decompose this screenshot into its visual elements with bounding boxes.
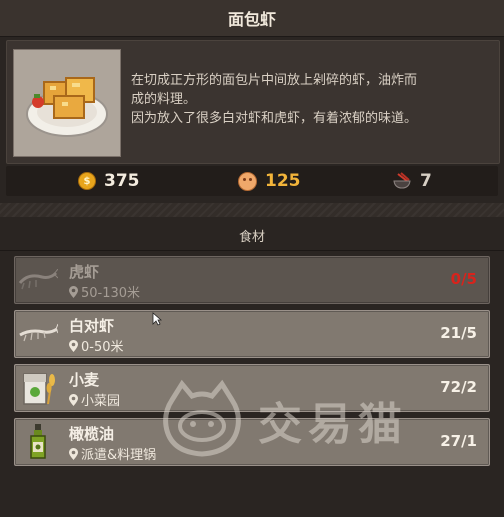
shrimp-toast-dish-icon: [26, 77, 108, 137]
olive-oil-icon: [18, 422, 58, 462]
ingredient-count: 72/2: [440, 378, 477, 396]
dish-description-line: 成的料理。: [131, 92, 197, 107]
dish-description: 在切成正方形的面包片中间放上剁碎的虾，油炸而 成的料理。 因为放入了很多白对虾和…: [131, 71, 491, 128]
location-pin-icon: [69, 447, 78, 460]
ingredient-location-text: 小菜园: [81, 394, 121, 409]
ingredient-row-white-shrimp[interactable]: 白对虾 0-50米 21/5: [14, 310, 490, 358]
ingredient-count: 27/1: [440, 432, 477, 450]
ingredient-row-tiger-shrimp[interactable]: 虎虾 50-130米 0/5: [14, 256, 490, 304]
ingredient-location-text: 50-130米: [81, 286, 141, 301]
smiley-face-icon: [238, 171, 257, 191]
watermark-text: 交易猫: [258, 399, 408, 450]
ingredient-name: 橄榄油: [69, 425, 115, 443]
ingredient-name: 白对虾: [69, 317, 115, 335]
white-shrimp-icon: [18, 314, 58, 354]
bowl-chopsticks-icon: [393, 172, 411, 189]
dish-description-line: 在切成正方形的面包片中间放上剁碎的虾，油炸而: [131, 73, 418, 88]
coin-value: 375: [104, 171, 140, 191]
ingredients-section-title: 食材: [0, 220, 504, 251]
ingredient-name: 虎虾: [69, 263, 100, 281]
dish-stats-bar: $ 375 125 7: [6, 166, 498, 196]
page-title: 面包虾: [227, 10, 276, 29]
dish-image: [13, 49, 121, 157]
wheat-icon: [18, 368, 58, 408]
section-title-label: 食材: [238, 229, 265, 245]
coin-icon: $: [78, 172, 96, 190]
bowl-stat: 7: [392, 166, 432, 196]
dish-description-line: 因为放入了很多白对虾和虎虾，有着浓郁的味道。: [131, 111, 418, 126]
ingredient-count: 0/5: [450, 270, 477, 288]
ingredient-location-text: 派遣&料理锅: [81, 448, 157, 463]
tiger-shrimp-icon: [18, 260, 58, 300]
location-pin-icon: [69, 339, 78, 352]
ingredient-location: 派遣&料理锅: [69, 444, 156, 463]
bowl-value: 7: [420, 171, 432, 191]
cat-logo-icon: [163, 379, 241, 457]
section-divider: [0, 203, 504, 217]
happiness-value: 125: [265, 171, 301, 191]
location-pin-icon: [69, 285, 78, 298]
watermark: 交易猫: [160, 378, 408, 462]
ingredient-location: 0-50米: [69, 336, 124, 355]
page-title-bar: 面包虾: [0, 0, 504, 37]
dish-info-panel: 在切成正方形的面包片中间放上剁碎的虾，油炸而 成的料理。 因为放入了很多白对虾和…: [6, 40, 500, 164]
ingredient-name: 小麦: [69, 371, 100, 389]
ingredient-location: 50-130米: [69, 282, 140, 301]
ingredient-location-text: 0-50米: [81, 340, 124, 355]
happiness-stat: 125: [238, 166, 301, 196]
ingredient-location: 小菜园: [69, 390, 120, 409]
coin-stat: $ 375: [78, 166, 140, 196]
mouse-cursor-icon: [152, 312, 162, 326]
location-pin-icon: [69, 393, 78, 406]
ingredient-count: 21/5: [440, 324, 477, 342]
